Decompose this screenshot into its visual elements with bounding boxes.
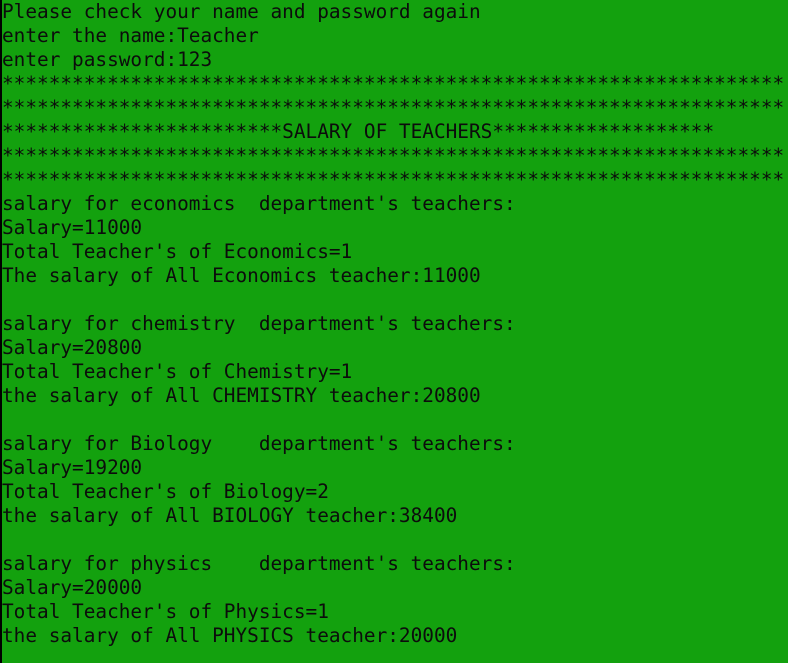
department-salary: Salary=20000 xyxy=(2,576,143,599)
window-left-edge xyxy=(0,0,2,663)
department-salary: Salary=11000 xyxy=(2,216,143,239)
banner-stars-1: ****************************************… xyxy=(2,72,785,95)
password-prompt: enter password:123 xyxy=(2,48,213,71)
name-prompt: enter the name:Teacher xyxy=(2,24,259,47)
department-header: salary for economics department's teache… xyxy=(2,192,516,215)
department-all-salary: The salary of All Economics teacher:1100… xyxy=(2,264,481,287)
department-total-teachers: Total Teacher's of Physics=1 xyxy=(2,600,329,623)
department-all-salary: the salary of All PHYSICS teacher:20000 xyxy=(2,624,458,647)
department-total-teachers: Total Teacher's of Biology=2 xyxy=(2,480,329,503)
banner-stars-2: ****************************************… xyxy=(2,96,785,119)
department-header: salary for physics department's teachers… xyxy=(2,552,516,575)
department-all-salary: the salary of All CHEMISTRY teacher:2080… xyxy=(2,384,481,407)
department-header: salary for Biology department's teachers… xyxy=(2,432,516,455)
department-biology: salary for Biology department's teachers… xyxy=(2,432,788,528)
login-error-message: Please check your name and password agai… xyxy=(2,0,481,23)
banner-title: ************************SALARY OF TEACHE… xyxy=(2,120,715,143)
department-header: salary for chemistry department's teache… xyxy=(2,312,516,335)
banner-stars-3: ****************************************… xyxy=(2,144,785,167)
department-physics: salary for physics department's teachers… xyxy=(2,552,788,648)
department-total-teachers: Total Teacher's of Economics=1 xyxy=(2,240,353,263)
console-window[interactable]: Please check your name and password agai… xyxy=(0,0,788,663)
department-salary: Salary=19200 xyxy=(2,456,143,479)
department-chemistry: salary for chemistry department's teache… xyxy=(2,312,788,408)
department-economics: salary for economics department's teache… xyxy=(2,192,788,288)
department-salary: Salary=20800 xyxy=(2,336,143,359)
banner-stars-4: ****************************************… xyxy=(2,168,785,191)
department-total-teachers: Total Teacher's of Chemistry=1 xyxy=(2,360,353,383)
department-all-salary: the salary of All BIOLOGY teacher:38400 xyxy=(2,504,458,527)
